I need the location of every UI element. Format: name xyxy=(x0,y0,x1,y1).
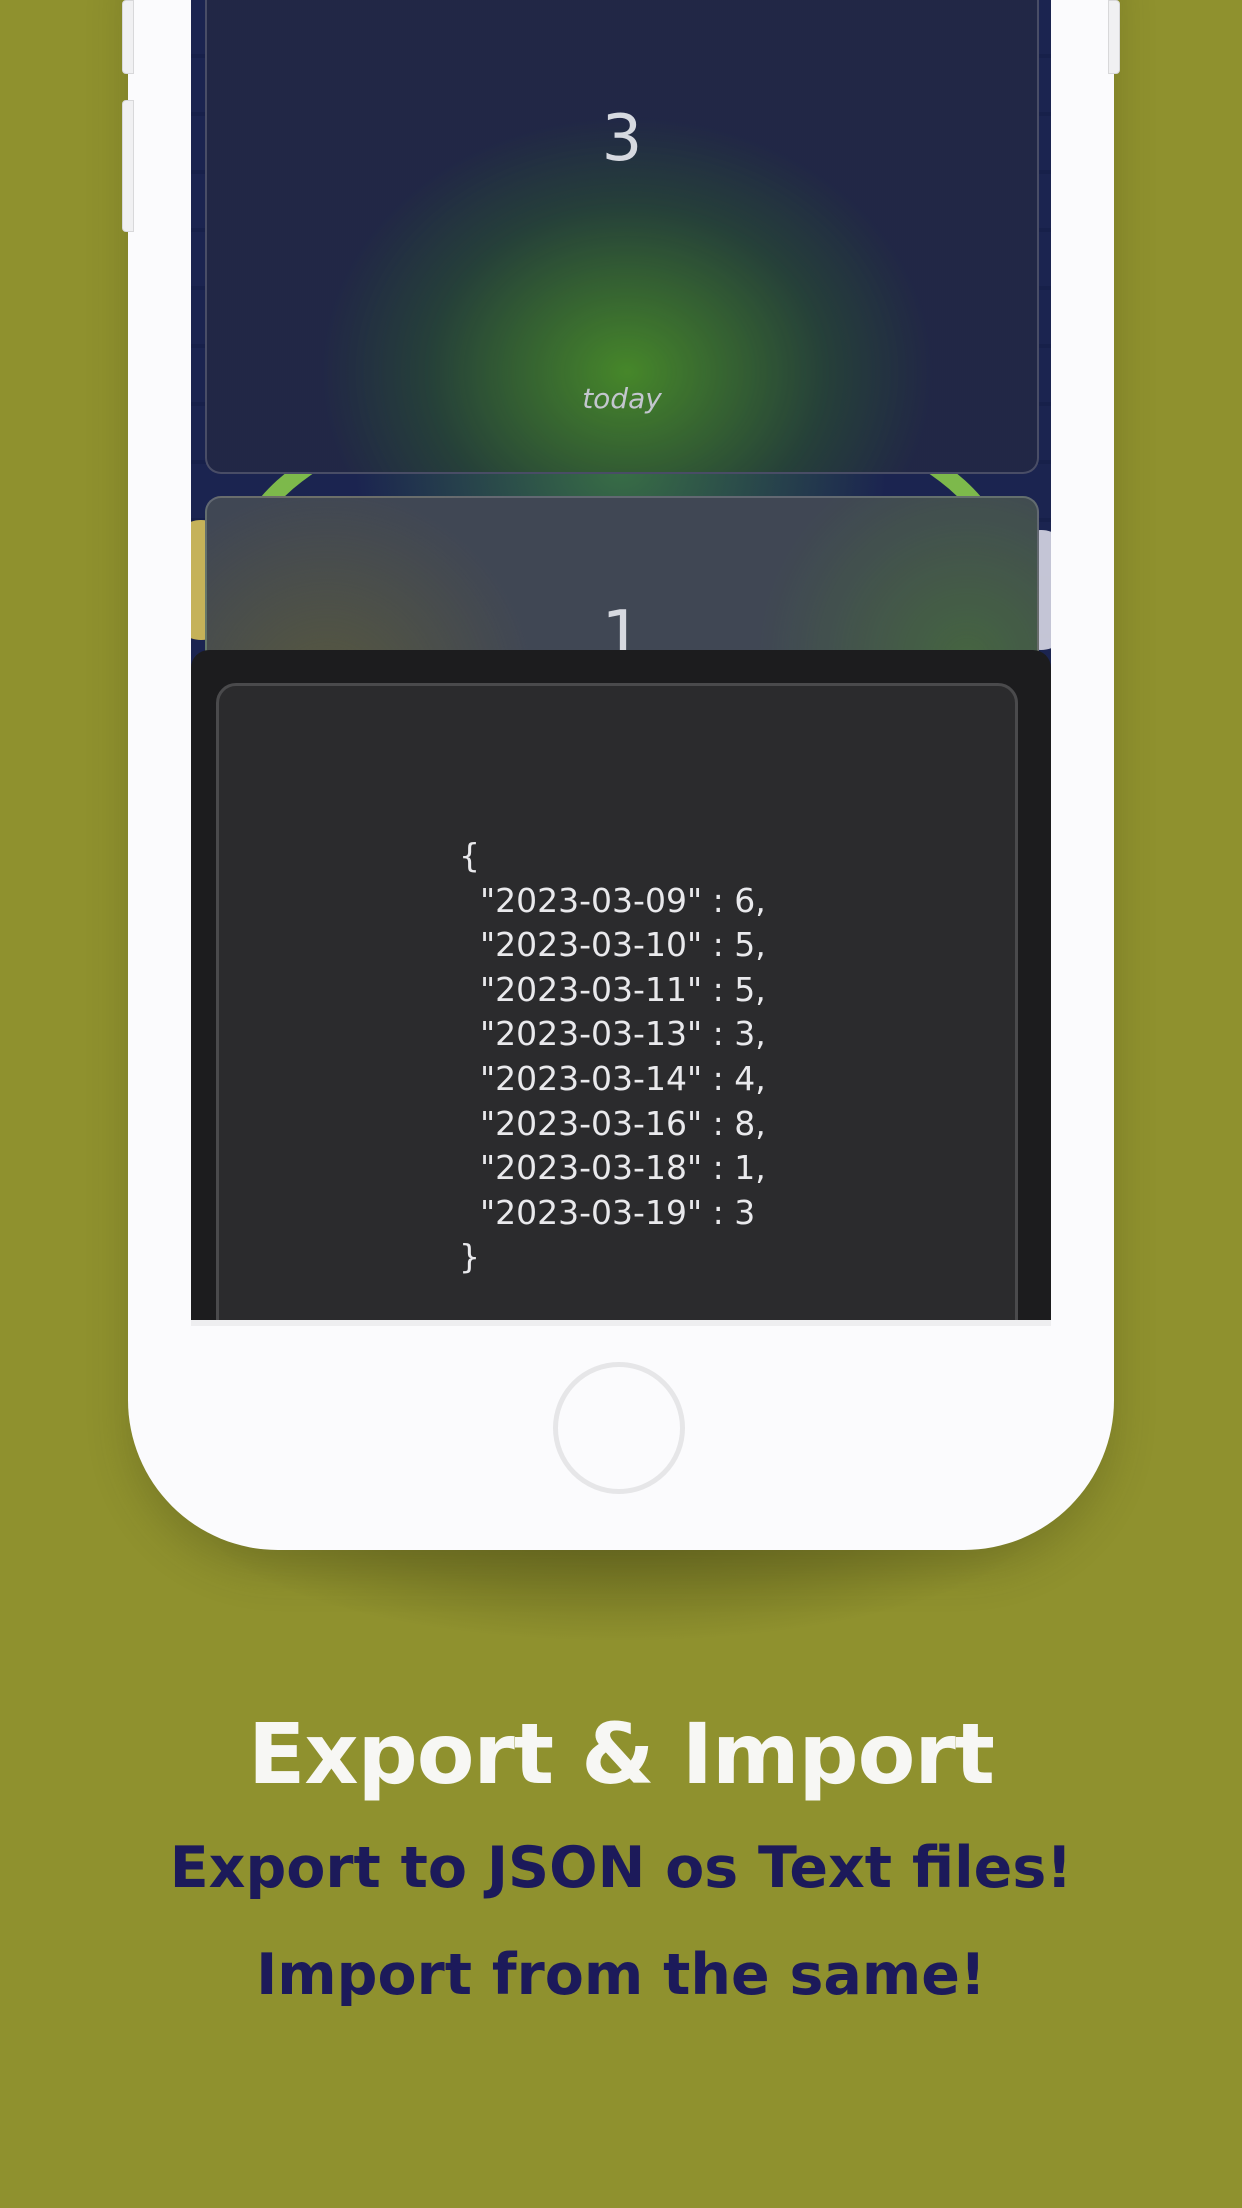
promo-subtitle-line1: Export to JSON os Text files! xyxy=(169,1835,1073,1901)
promo-subtitle-line2: Import from the same! xyxy=(256,1942,986,2008)
power-button xyxy=(1108,0,1120,74)
volume-button xyxy=(122,100,134,232)
json-export-content: { "2023-03-09" : 6, "2023-03-10" : 5, "2… xyxy=(459,836,766,1277)
json-export-textbox[interactable]: { "2023-03-09" : 6, "2023-03-10" : 5, "2… xyxy=(216,683,1018,1320)
day-card-today[interactable]: 3 today xyxy=(205,0,1039,474)
export-sheet: { "2023-03-09" : 6, "2023-03-10" : 5, "2… xyxy=(191,650,1051,1320)
day-card-count: 3 xyxy=(601,102,643,176)
home-button[interactable] xyxy=(553,1362,685,1494)
day-card-caption: today xyxy=(582,382,662,415)
phone-screen: 3 today 1 { "2023-03-09" : 6, "2023-03-1… xyxy=(191,0,1051,1320)
mute-switch xyxy=(122,0,134,74)
screen-bottom-rim xyxy=(191,1320,1051,1326)
promo-title: Export & Import xyxy=(248,1705,995,1803)
